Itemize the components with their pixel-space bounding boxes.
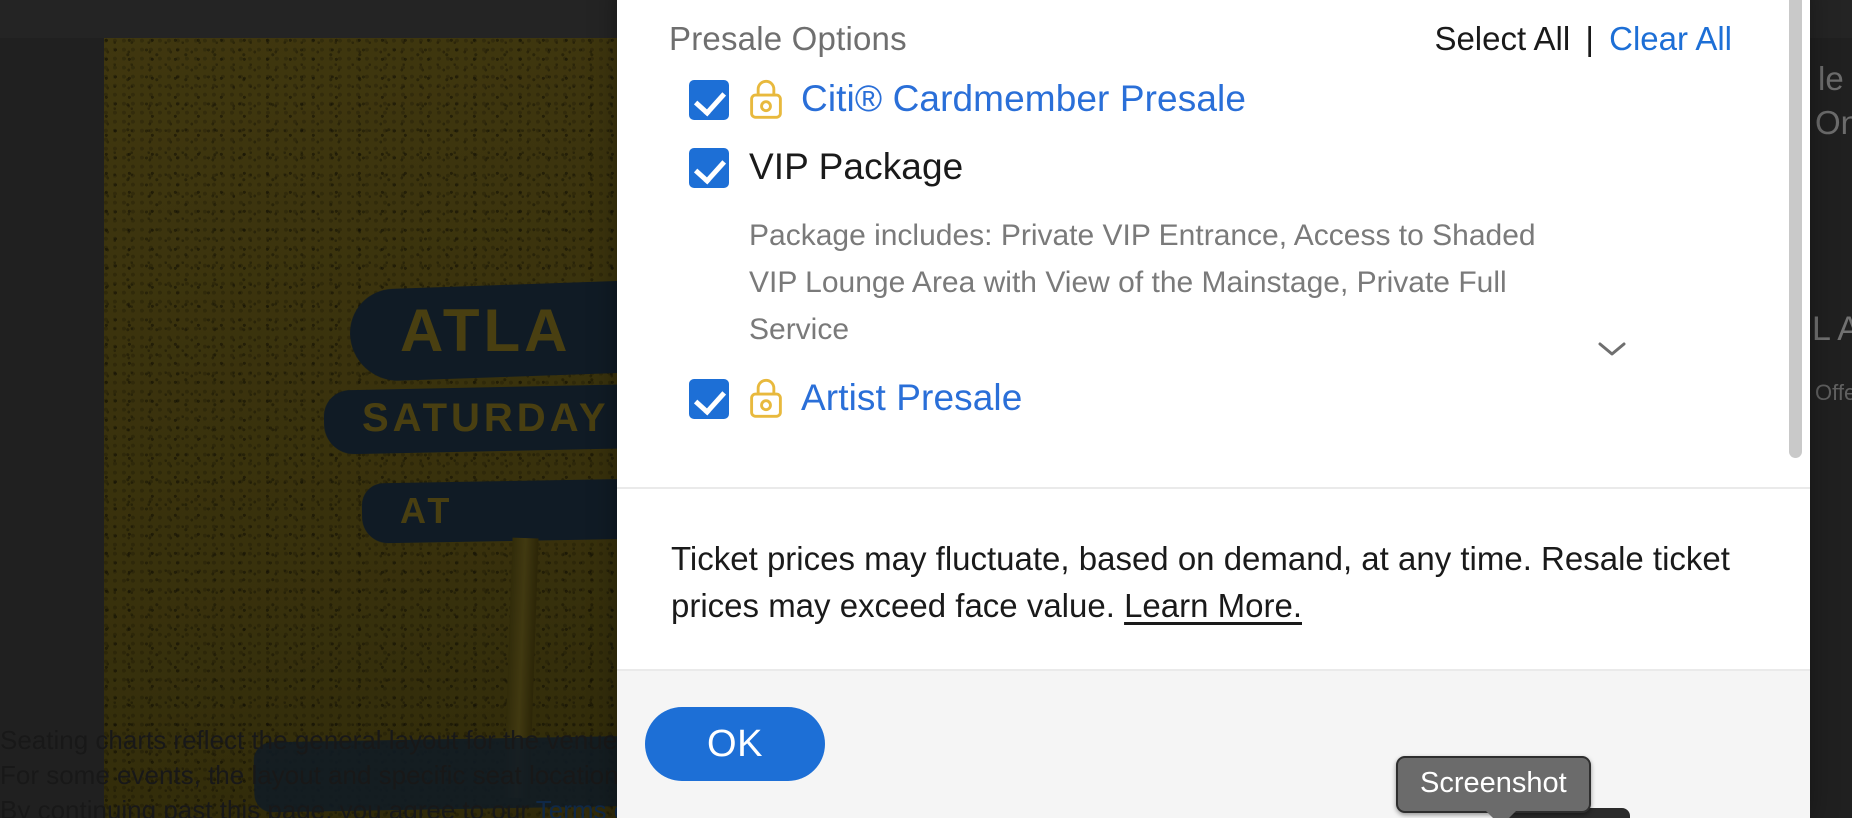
legal-line-3-text: By continuing past this page, you agree … — [0, 795, 536, 818]
select-all-link[interactable]: Select All — [1434, 20, 1570, 57]
poster-headline-2: SATURDAY — [362, 396, 610, 440]
background-right-text-1: le — [1818, 60, 1844, 97]
poster-headline-1: ATLA — [400, 297, 572, 364]
price-fluctuation-notice: Ticket prices may fluctuate, based on de… — [617, 489, 1810, 669]
option-row-vip-package[interactable]: VIP Package — [617, 144, 1810, 198]
page-root: ATLA SATURDAY AT Seating charts reflect … — [0, 0, 1852, 818]
checkbox-artist-presale[interactable] — [689, 379, 729, 419]
legal-line-2: For some events, the layout and specific… — [0, 760, 632, 790]
dialog-footer: OK — [617, 671, 1810, 818]
option-row-artist-presale[interactable]: Artist Presale — [617, 375, 1810, 429]
learn-more-link[interactable]: Learn More. — [1124, 587, 1302, 624]
option-description-text: Package includes: Private VIP Entrance, … — [749, 219, 1536, 346]
background-right-text-3: L A — [1812, 310, 1852, 348]
chevron-down-icon[interactable] — [1597, 325, 1627, 356]
screenshot-tooltip-label: Screenshot — [1420, 767, 1567, 799]
clear-all-link[interactable]: Clear All — [1609, 20, 1732, 57]
ok-button[interactable]: OK — [645, 707, 825, 781]
dialog-scroll-area: Presale Options Select All | Clear All C… — [617, 0, 1810, 487]
legal-line-3: By continuing past this page, you agree … — [0, 793, 700, 818]
seating-chart-legal-text: Seating charts reflect the general layou… — [0, 723, 700, 818]
option-description-vip-package: Package includes: Private VIP Entrance, … — [749, 212, 1627, 356]
option-label-vip-package: VIP Package — [749, 146, 964, 187]
lock-icon — [749, 78, 783, 120]
presale-options-dialog: Presale Options Select All | Clear All C… — [617, 0, 1810, 818]
section-title: Presale Options — [669, 20, 907, 57]
background-right-column — [1810, 38, 1852, 818]
action-separator: | — [1585, 20, 1594, 57]
background-right-text-4: Offe — [1815, 380, 1852, 405]
option-label-citi-cardmember-presale: Citi® Cardmember Presale — [801, 78, 1247, 119]
background-right-text-2: On — [1815, 104, 1852, 141]
lock-icon — [749, 377, 783, 419]
option-label-artist-presale: Artist Presale — [801, 377, 1023, 418]
presale-options-list: Citi® Cardmember Presale VIP Package Pac… — [617, 58, 1810, 429]
poster-headline-3: AT — [400, 490, 454, 531]
legal-line-1: Seating charts reflect the general layou… — [0, 725, 618, 755]
checkbox-vip-package[interactable] — [689, 148, 729, 188]
screenshot-tooltip: Screenshot — [1396, 756, 1591, 818]
option-row-citi-cardmember-presale[interactable]: Citi® Cardmember Presale — [617, 76, 1810, 130]
event-poster-image: ATLA SATURDAY AT — [104, 38, 669, 818]
checkbox-citi-cardmember-presale[interactable] — [689, 80, 729, 120]
bulk-select-actions: Select All | Clear All — [1434, 20, 1732, 58]
presale-options-header: Presale Options Select All | Clear All — [617, 0, 1810, 58]
dialog-scrollbar-thumb[interactable] — [1789, 0, 1802, 458]
